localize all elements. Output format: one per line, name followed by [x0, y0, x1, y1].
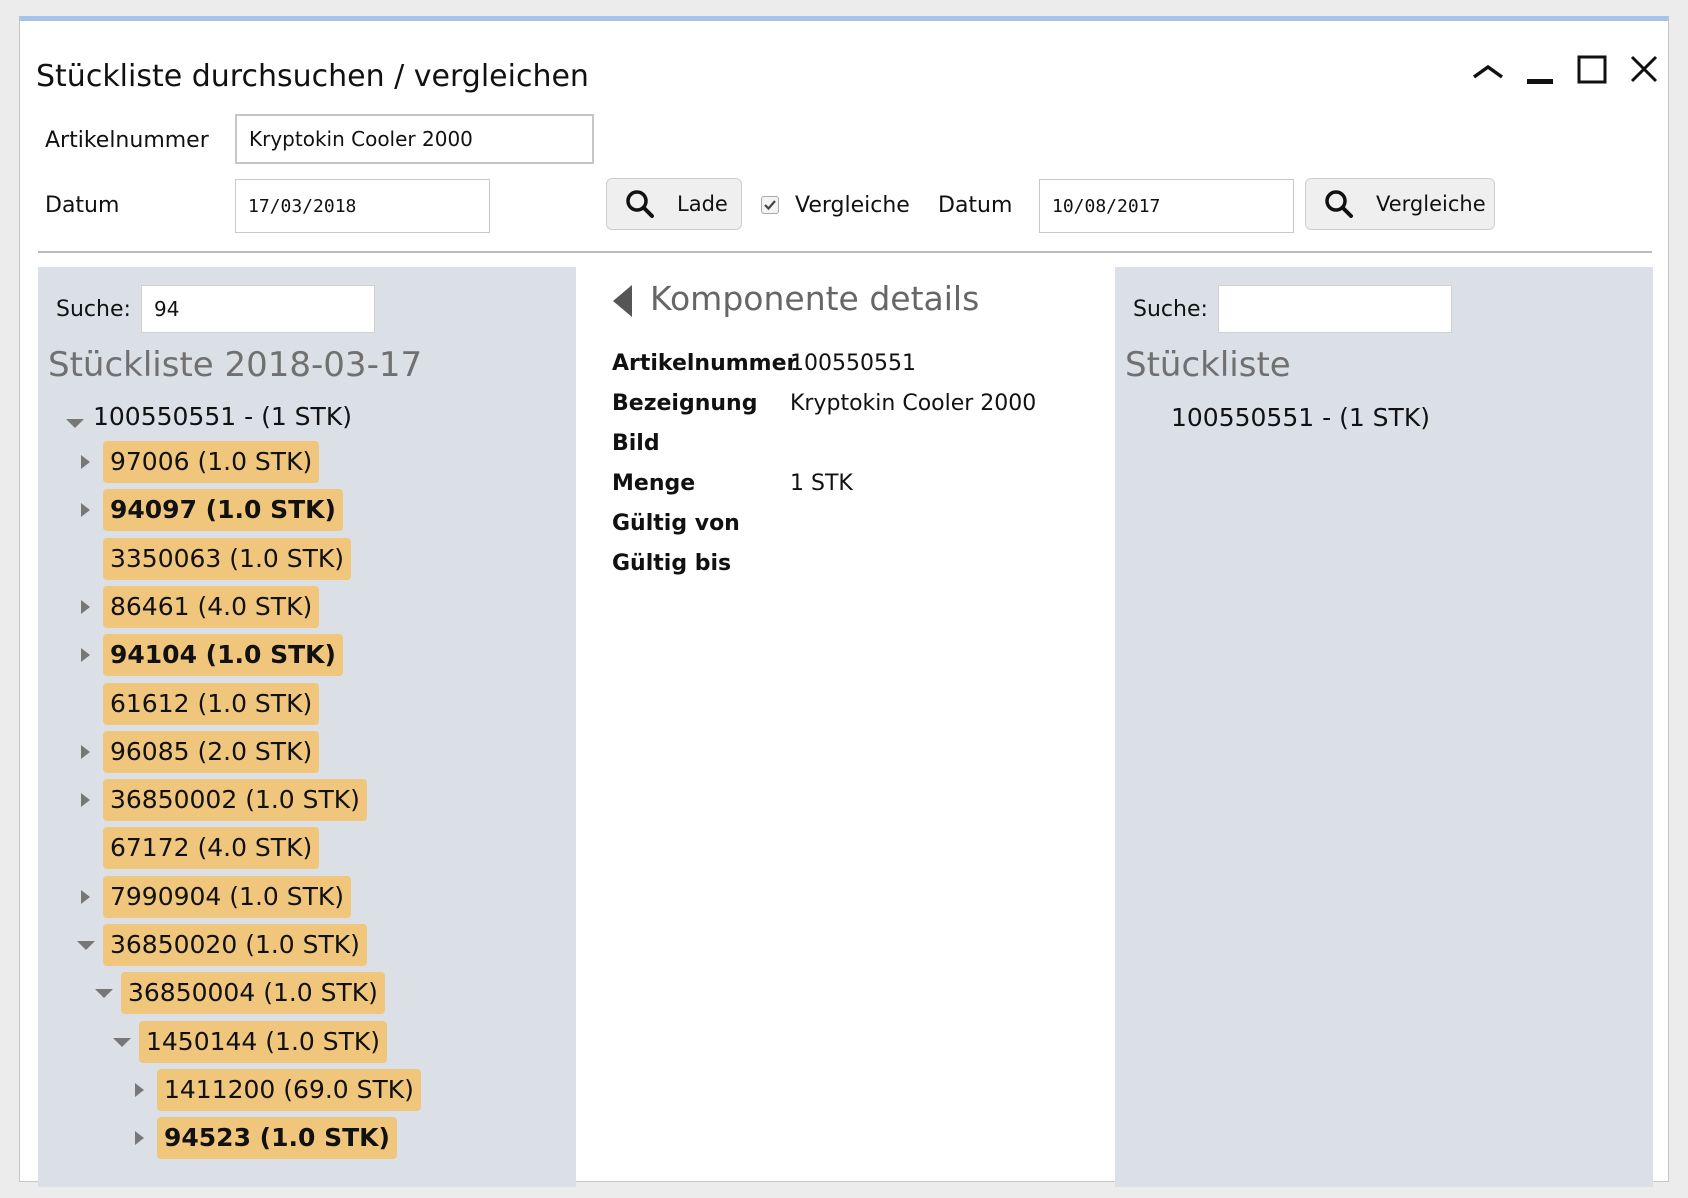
right-panel-title: Stückliste [1125, 345, 1291, 385]
tree-item[interactable]: 1411200 (69.0 STK) [157, 1068, 421, 1111]
tree-item[interactable]: 36850004 (1.0 STK) [121, 972, 385, 1015]
tree-item[interactable]: 36850002 (1.0 STK) [103, 779, 367, 822]
search-icon [1325, 190, 1353, 218]
lade-button[interactable]: Lade [606, 178, 742, 230]
detail-key: Gültig von [612, 511, 740, 536]
tree-item[interactable]: 94523 (1.0 STK) [157, 1117, 397, 1160]
collapse-toggle-icon[interactable] [135, 1082, 144, 1097]
left-search-label: Suche: [56, 297, 131, 322]
vergleiche-checkbox-label: Vergleiche [795, 193, 910, 218]
back-arrow-icon[interactable] [610, 283, 636, 319]
artikelnummer-input[interactable]: Kryptokin Cooler 2000 [235, 114, 594, 164]
expand-toggle-icon[interactable] [95, 989, 113, 999]
collapse-toggle-icon[interactable] [135, 1131, 144, 1146]
divider [38, 251, 1652, 253]
collapse-toggle-icon[interactable] [81, 648, 90, 663]
vergleiche-button-label: Vergleiche [1376, 192, 1486, 216]
detail-key: Gültig bis [612, 551, 732, 576]
tree-item[interactable]: 96085 (2.0 STK) [103, 730, 320, 773]
detail-key: Bezeignung [612, 391, 758, 416]
detail-value: Kryptokin Cooler 2000 [790, 391, 1037, 416]
tree-item[interactable]: 86461 (4.0 STK) [103, 585, 320, 628]
collapse-toggle-icon[interactable] [81, 599, 90, 614]
artikelnummer-label: Artikelnummer [45, 128, 209, 153]
left-search-input[interactable]: 94 [141, 285, 375, 333]
right-tree-root[interactable]: 100550551 - (1 STK) [1171, 397, 1430, 439]
tree-item[interactable]: 94104 (1.0 STK) [103, 634, 343, 677]
expand-toggle-icon[interactable] [113, 1037, 131, 1047]
lade-button-label: Lade [677, 192, 728, 216]
tree-root[interactable]: 100550551 - (1 STK) [93, 396, 352, 438]
expand-toggle-icon[interactable] [66, 419, 84, 428]
detail-key: Artikelnummer [612, 351, 798, 376]
left-panel-title: Stückliste 2018-03-17 [48, 345, 423, 385]
close-icon[interactable] [1624, 51, 1664, 91]
detail-key: Menge [612, 471, 696, 496]
right-search-input[interactable] [1218, 285, 1452, 333]
checkmark-icon [764, 200, 776, 211]
datum2-input[interactable]: 10/08/2017 [1039, 179, 1294, 233]
collapse-toggle-icon[interactable] [81, 744, 90, 759]
tree-item[interactable]: 67172 (4.0 STK) [103, 827, 320, 870]
details-title: Komponente details [650, 279, 980, 318]
right-search-label: Suche: [1133, 297, 1208, 322]
right-bom-panel: Suche: Stückliste 100550551 - (1 STK) [1115, 267, 1653, 1187]
collapse-toggle-icon[interactable] [81, 889, 90, 904]
datum2-label: Datum [938, 193, 1013, 218]
window-title: Stückliste durchsuchen / vergleichen [36, 59, 589, 94]
tree-item[interactable]: 1450144 (1.0 STK) [139, 1020, 388, 1063]
collapse-toggle-icon[interactable] [81, 793, 90, 808]
vergleiche-checkbox[interactable] [761, 196, 779, 214]
tree-item[interactable]: 36850020 (1.0 STK) [103, 924, 367, 966]
tree-item[interactable]: 94097 (1.0 STK) [103, 489, 343, 532]
collapse-toggle-icon[interactable] [81, 503, 90, 518]
search-icon [626, 190, 654, 218]
tree-item[interactable]: 61612 (1.0 STK) [103, 682, 320, 725]
dialog-window: Stückliste durchsuchen / vergleichen Art… [19, 16, 1669, 1187]
collapse-toggle-icon[interactable] [81, 455, 90, 469]
tree-item[interactable]: 7990904 (1.0 STK) [103, 875, 352, 918]
datum-input[interactable]: 17/03/2018 [235, 179, 490, 233]
minimize-icon[interactable] [1520, 51, 1560, 91]
expand-toggle-icon[interactable] [77, 941, 95, 950]
detail-value: 1 STK [790, 471, 853, 496]
tree-item[interactable]: 97006 (1.0 STK) [103, 441, 320, 483]
detail-key: Bild [612, 431, 660, 456]
datum-label: Datum [45, 193, 120, 218]
maximize-icon[interactable] [1572, 51, 1612, 91]
left-bom-panel: Suche: 94 Stückliste 2018-03-17 10055055… [38, 267, 576, 1187]
collapse-icon[interactable] [1468, 51, 1508, 91]
detail-value: 100550551 [790, 351, 916, 376]
tree-item[interactable]: 3350063 (1.0 STK) [103, 537, 352, 580]
vergleiche-button[interactable]: Vergleiche [1305, 178, 1495, 230]
